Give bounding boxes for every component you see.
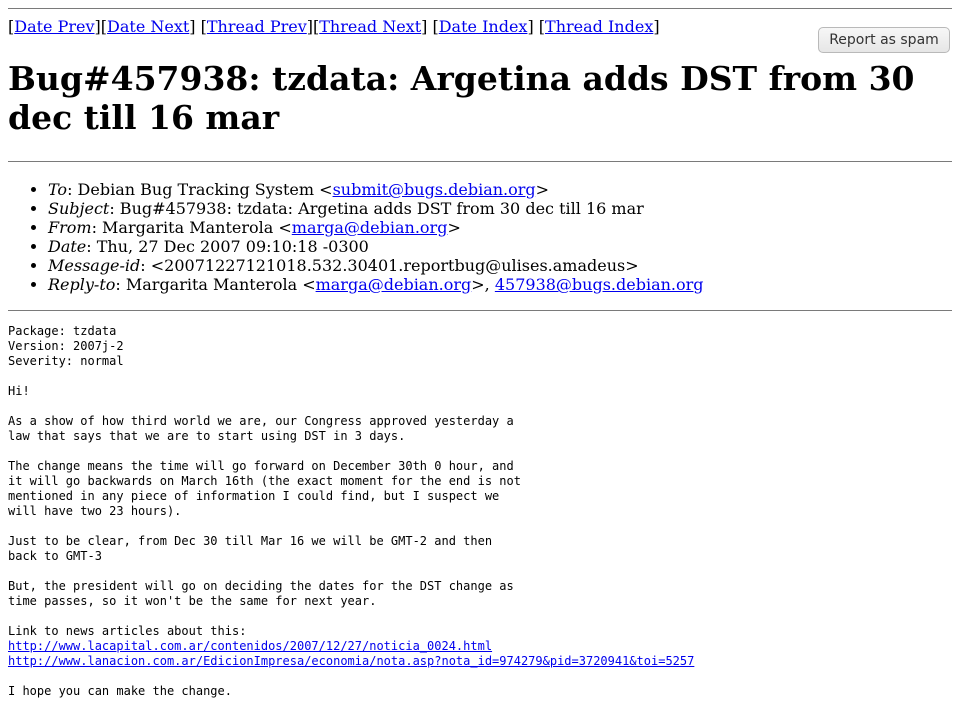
reply-to-email-link[interactable]: marga@debian.org bbox=[316, 275, 472, 294]
header-to-key: To bbox=[48, 180, 68, 199]
page-title: Bug#457938: tzdata: Argetina adds DST fr… bbox=[8, 59, 915, 137]
header-subject: Subject: Bug#457938: tzdata: Argetina ad… bbox=[48, 199, 952, 218]
header-message-id: Message-id: <20071227121018.532.30401.re… bbox=[48, 256, 952, 275]
message-body: Package: tzdata Version: 2007j-2 Severit… bbox=[8, 324, 952, 699]
header-reply-to-key: Reply-to bbox=[48, 275, 116, 294]
header-from-suffix: > bbox=[447, 218, 461, 237]
news-link-lanacion[interactable]: http://www.lanacion.com.ar/EdicionImpres… bbox=[8, 654, 694, 668]
report-spam-button[interactable]: Report as spam bbox=[818, 27, 950, 53]
from-email-link[interactable]: marga@debian.org bbox=[292, 218, 448, 237]
header-to-suffix: > bbox=[535, 180, 550, 199]
page: [Date Prev][Date Next] [Thread Prev][Thr… bbox=[0, 8, 960, 699]
header-to-prefix: : Debian Bug Tracking System < bbox=[67, 180, 333, 199]
navigation-bar: [Date Prev][Date Next] [Thread Prev][Thr… bbox=[8, 17, 660, 36]
thread-prev-link[interactable]: Thread Prev bbox=[207, 17, 307, 36]
to-email-link[interactable]: submit@bugs.debian.org bbox=[333, 180, 536, 199]
message-body-closing: I hope you can make the change. bbox=[8, 684, 232, 698]
header-divider bbox=[8, 161, 952, 162]
date-next-link[interactable]: Date Next bbox=[107, 17, 189, 36]
header-message-id-value: : <20071227121018.532.30401.reportbug@ul… bbox=[140, 256, 639, 275]
header-date: Date: Thu, 27 Dec 2007 09:10:18 -0300 bbox=[48, 237, 952, 256]
date-prev-link[interactable]: Date Prev bbox=[14, 17, 94, 36]
thread-index-link[interactable]: Thread Index bbox=[545, 17, 653, 36]
header-date-key: Date bbox=[48, 237, 87, 256]
header-from-prefix: : Margarita Manterola < bbox=[91, 218, 292, 237]
header-date-value: : Thu, 27 Dec 2007 09:10:18 -0300 bbox=[86, 237, 369, 256]
message-headers: To: Debian Bug Tracking System <submit@b… bbox=[8, 180, 952, 294]
header-to: To: Debian Bug Tracking System <submit@b… bbox=[48, 180, 952, 199]
body-divider bbox=[8, 310, 952, 311]
header-from: From: Margarita Manterola <marga@debian.… bbox=[48, 218, 952, 237]
header-subject-key: Subject bbox=[48, 199, 110, 218]
top-divider bbox=[8, 8, 952, 9]
header-subject-value: : Bug#457938: tzdata: Argetina adds DST … bbox=[109, 199, 644, 218]
thread-next-link[interactable]: Thread Next bbox=[319, 17, 421, 36]
reply-to-bug-link[interactable]: 457938@bugs.debian.org bbox=[495, 275, 704, 294]
message-body-text: Package: tzdata Version: 2007j-2 Severit… bbox=[8, 324, 521, 638]
header-reply-to-middle: >, bbox=[471, 275, 495, 294]
header-reply-to: Reply-to: Margarita Manterola <marga@deb… bbox=[48, 275, 952, 294]
header-reply-to-prefix: : Margarita Manterola < bbox=[115, 275, 316, 294]
news-link-lacapital[interactable]: http://www.lacapital.com.ar/contenidos/2… bbox=[8, 639, 492, 653]
header-from-key: From bbox=[48, 218, 92, 237]
header-message-id-key: Message-id bbox=[48, 256, 141, 275]
date-index-link[interactable]: Date Index bbox=[439, 17, 528, 36]
